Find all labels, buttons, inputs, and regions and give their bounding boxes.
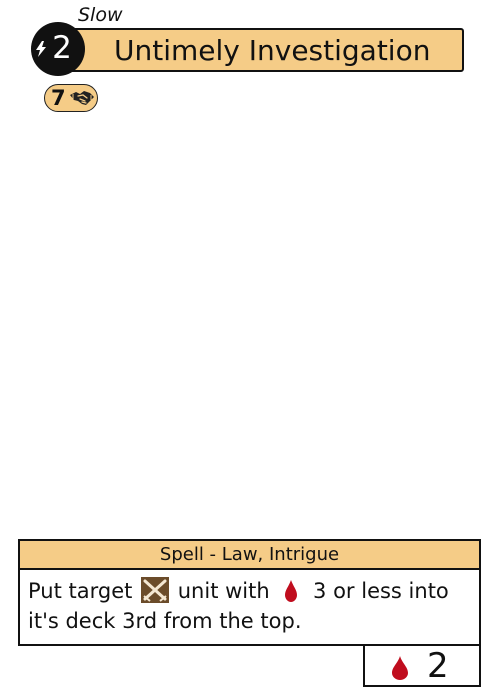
handshake-icon (70, 91, 94, 105)
power-box: 2 (363, 644, 481, 687)
cost-value: 2 (52, 30, 72, 66)
rules-text-part-2: unit with (177, 579, 270, 603)
card-title-bar: Untimely Investigation (48, 28, 464, 72)
influence-badge: 7 (44, 84, 98, 112)
cost-badge: 2 (31, 22, 85, 76)
blood-drop-icon (392, 656, 408, 680)
rules-text-part-1: Put target (28, 579, 133, 603)
card-name: Untimely Investigation (114, 34, 431, 67)
blood-drop-icon (285, 580, 298, 602)
power-value: 2 (427, 646, 449, 686)
type-line: Spell - Law, Intrigue (18, 539, 481, 570)
crossed-swords-icon (141, 577, 170, 603)
spell-speed-label: Slow (78, 4, 123, 26)
influence-value: 7 (51, 86, 66, 110)
card-rules-text: Put target unit with 3 or less into it's… (18, 568, 481, 646)
